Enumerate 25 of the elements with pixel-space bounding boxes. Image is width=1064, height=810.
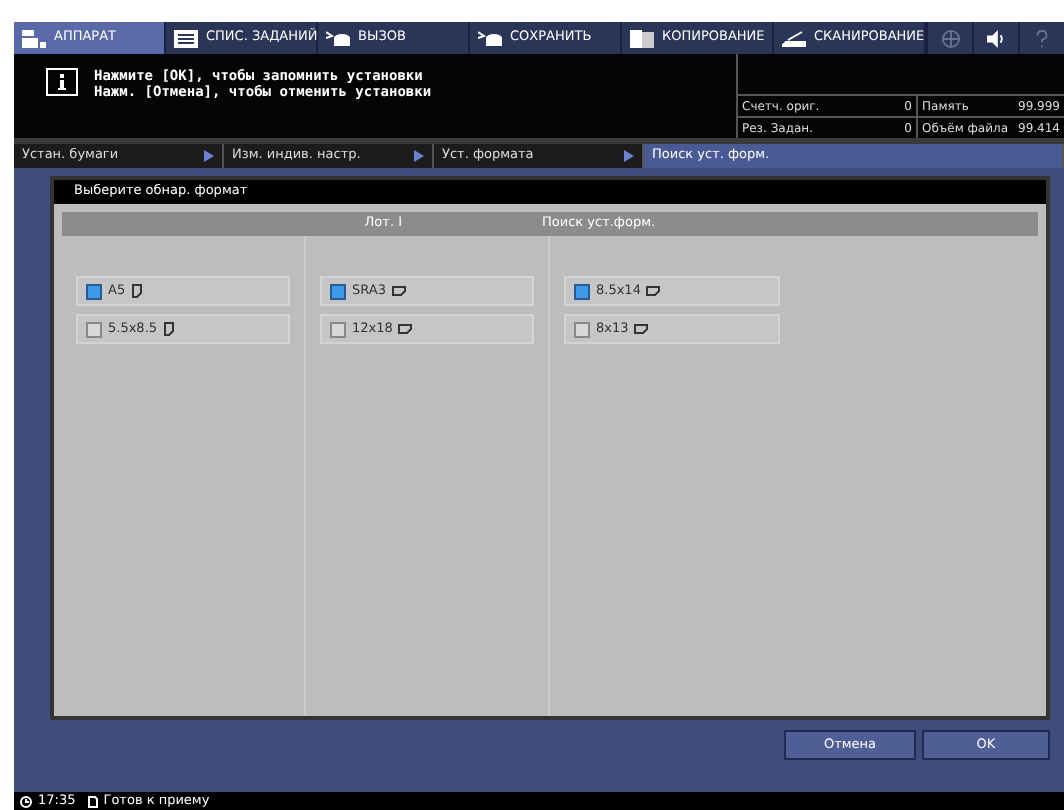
list-icon xyxy=(174,29,198,47)
landscape-page-icon xyxy=(646,286,661,296)
stack-arrow-icon xyxy=(326,29,350,47)
checkbox[interactable] xyxy=(330,283,346,299)
landscape-page-icon xyxy=(398,324,413,334)
arrow-icon xyxy=(414,150,424,162)
landscape-page-icon xyxy=(634,324,649,334)
checkbox[interactable] xyxy=(86,321,102,337)
checkbox[interactable] xyxy=(330,321,346,337)
arrow-icon xyxy=(624,150,634,162)
clock-icon xyxy=(20,795,32,807)
stack-arrow-icon xyxy=(478,29,502,47)
portrait-page-icon xyxy=(163,322,174,336)
portrait-page-icon xyxy=(131,284,142,298)
arrow-icon xyxy=(204,150,214,162)
scanner-icon xyxy=(782,29,806,47)
landscape-page-icon xyxy=(391,286,406,296)
info-icon xyxy=(46,68,78,96)
checkbox[interactable] xyxy=(574,321,590,337)
checkbox[interactable] xyxy=(86,283,102,299)
machine-icon xyxy=(22,29,46,47)
page-icon xyxy=(87,795,98,807)
copy-icon xyxy=(630,29,654,47)
speaker-icon[interactable] xyxy=(986,29,1006,47)
checkbox[interactable] xyxy=(574,283,590,299)
